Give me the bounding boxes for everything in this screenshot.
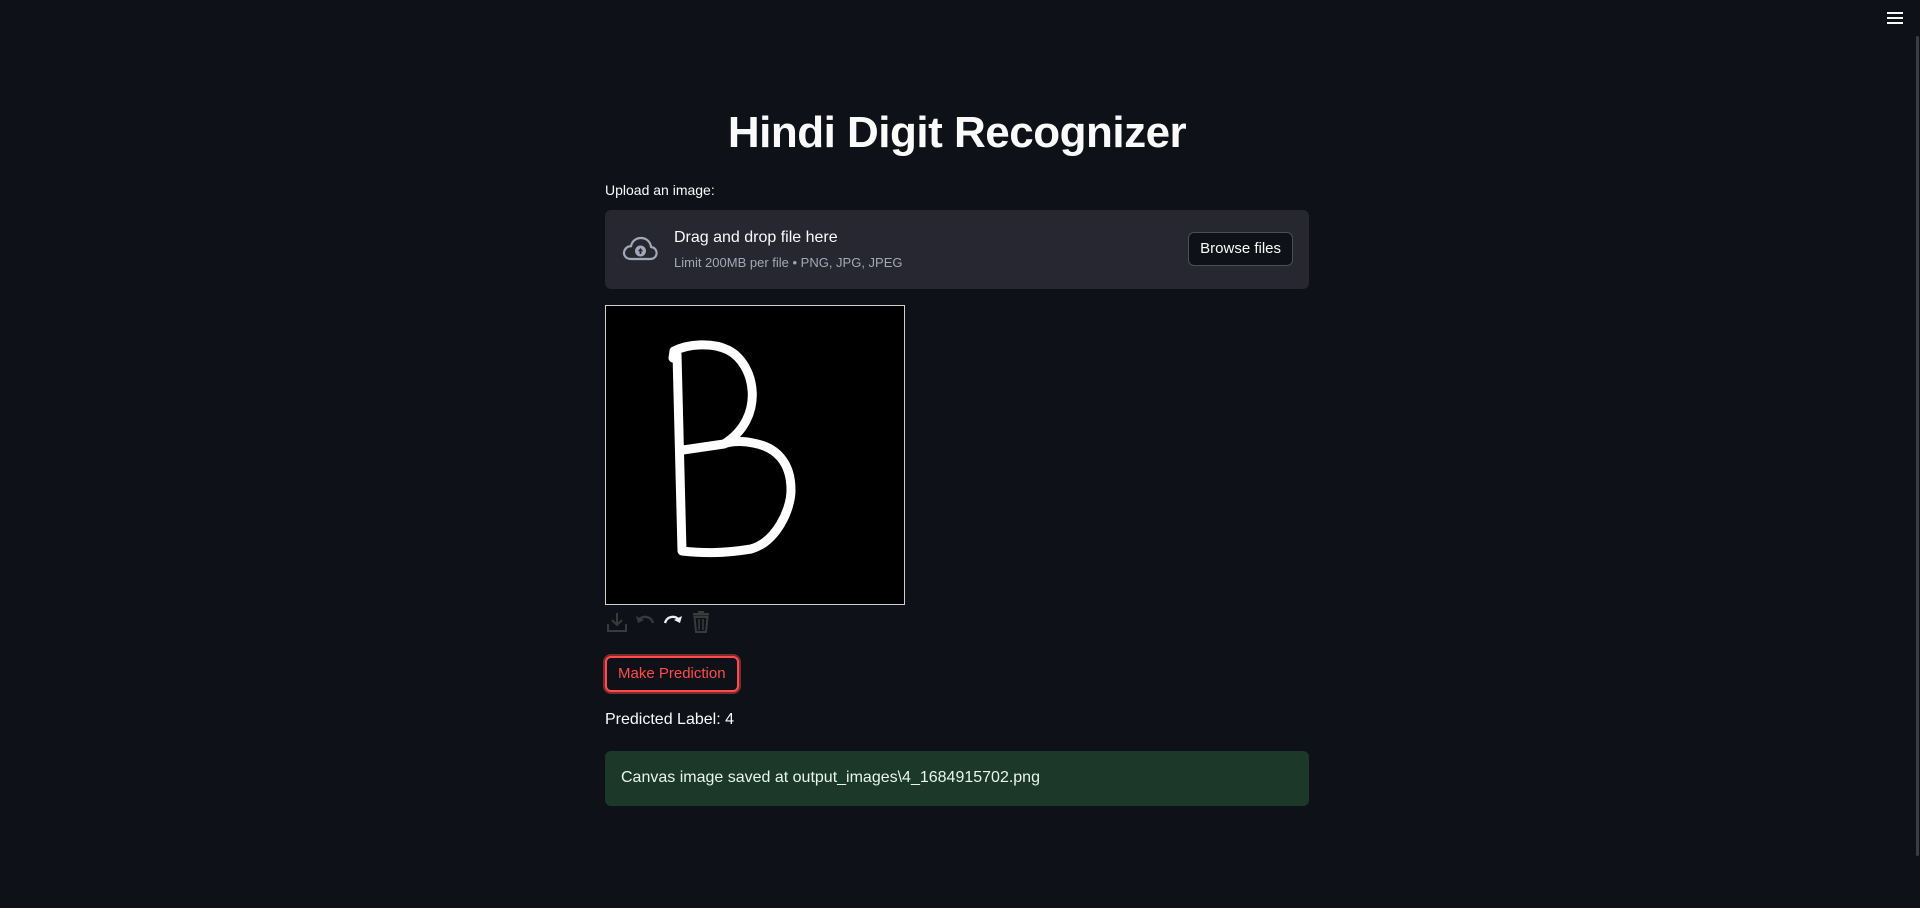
main-menu-button[interactable] [1884,8,1906,28]
hamburger-line [1887,17,1903,19]
drawn-digit-stroke [668,340,796,558]
hamburger-line [1887,22,1903,24]
hamburger-line [1887,12,1903,14]
undo-icon[interactable] [633,610,657,634]
predicted-label: Predicted Label: 4 [605,711,734,728]
page-title: Hindi Digit Recognizer [727,108,1187,157]
canvas-toolbar [605,610,713,634]
dropzone-limit: Limit 200MB per file • PNG, JPG, JPEG [674,255,903,270]
download-icon[interactable] [605,610,629,634]
drawing-canvas[interactable] [605,305,905,605]
success-alert: Canvas image saved at output_images\4_16… [605,751,1309,806]
scrollbar-thumb[interactable] [1916,36,1919,856]
cloud-upload-icon [622,236,658,261]
saved-message: Canvas image saved at output_images\4_16… [621,769,1040,786]
upload-label: Upload an image: [605,182,715,198]
make-prediction-button[interactable]: Make Prediction [605,656,739,692]
browse-files-button[interactable]: Browse files [1188,232,1293,266]
trash-icon[interactable] [689,610,713,634]
dropzone-title: Drag and drop file here [674,229,838,246]
file-dropzone[interactable]: Drag and drop file here Limit 200MB per … [605,210,1309,289]
scrollbar[interactable] [1916,0,1920,908]
redo-icon[interactable] [661,610,685,634]
